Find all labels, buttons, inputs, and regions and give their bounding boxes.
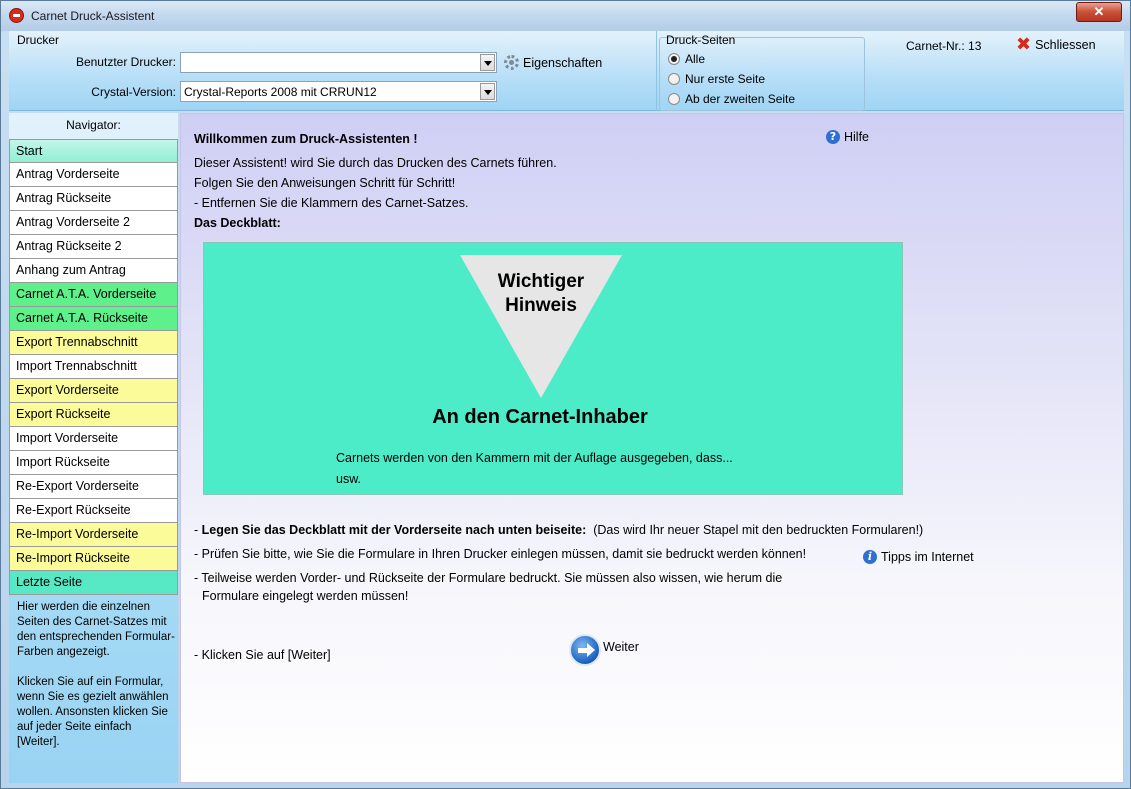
click-hint: - Klicken Sie auf [Weiter] [194, 648, 331, 662]
radio-button-checked[interactable] [668, 53, 680, 65]
crystal-version-select[interactable]: Crystal-Reports 2008 mit CRRUN12 [180, 81, 497, 102]
tips-link-label: Tipps im Internet [881, 550, 974, 564]
navigator-item[interactable]: Re-Import Vorderseite [9, 523, 178, 547]
triangle-text: Wichtiger Hinweis [460, 270, 622, 318]
carnet-app-icon [9, 8, 24, 23]
step-3b: Formulare eingelegt werden müssen! [202, 589, 409, 603]
deckblatt-preview: Wichtiger Hinweis An den Carnet-Inhaber … [203, 242, 903, 495]
gear-icon [504, 55, 519, 70]
navigator-item[interactable]: Carnet A.T.A. Vorderseite [9, 283, 178, 307]
navigator-item[interactable]: Import Trennabschnitt [9, 355, 178, 379]
properties-label: Eigenschaften [523, 55, 603, 70]
navigator-help: Hier werden die einzelnen Seiten des Car… [17, 600, 175, 750]
welcome-heading: Willkommen zum Druck-Assistenten ! [194, 132, 418, 146]
navigator-list: Start Antrag Vorderseite Antrag Rückseite A… [9, 139, 178, 595]
navigator-item[interactable]: Export Trennabschnitt [9, 331, 178, 355]
navigator-item[interactable]: Import Vorderseite [9, 427, 178, 451]
radio-alle-label: Alle [685, 52, 706, 66]
window-close-button[interactable]: ✕ [1076, 2, 1122, 22]
radio-alle[interactable]: Alle [668, 52, 705, 66]
carnet-number-value: 13 [968, 39, 982, 53]
carnet-number: Carnet-Nr.: 13 [906, 39, 981, 53]
toolbar-area: Drucker Benutzter Drucker: Eigenschaften… [9, 31, 1124, 111]
chevron-down-icon[interactable] [480, 83, 495, 100]
druck-seiten-label: Druck-Seiten [666, 33, 736, 47]
info-icon: i [863, 550, 877, 564]
crystal-label: Crystal-Version: [91, 85, 176, 99]
step-2: - Prüfen Sie bitte, wie Sie die Formular… [194, 547, 807, 561]
main-content: Willkommen zum Druck-Assistenten ! ? Hil… [180, 113, 1124, 783]
help-link-label: Hilfe [844, 130, 870, 144]
navigator-item[interactable]: Re-Import Rückseite [9, 547, 178, 571]
step-1-bold: Legen Sie das Deckblatt mit der Vorderse… [201, 523, 587, 537]
intro-line-1: Dieser Assistent! wird Sie durch das Dru… [194, 156, 557, 170]
cover-line-2: usw. [336, 472, 362, 486]
navigator-item[interactable]: Antrag Rückseite 2 [9, 235, 178, 259]
radio-nur-erste-seite[interactable]: Nur erste Seite [668, 72, 765, 86]
toolbar-divider [656, 31, 657, 111]
crystal-version-value: Crystal-Reports 2008 mit CRRUN12 [184, 85, 377, 99]
radio-button[interactable] [668, 93, 680, 105]
printer-label: Benutzter Drucker: [75, 55, 176, 69]
radio-ab-zweiter-seite-label: Ab der zweiten Seite [685, 92, 796, 106]
next-button[interactable]: Weiter [569, 634, 639, 666]
close-button[interactable]: ✖ Schliessen [1016, 34, 1096, 55]
navigator-item[interactable]: Start [9, 139, 178, 163]
triangle-line-1: Wichtiger [497, 271, 585, 292]
help-link[interactable]: ? Hilfe [826, 130, 869, 144]
triangle-line-2: Hinweis [505, 295, 577, 316]
navigator-item[interactable]: Antrag Vorderseite [9, 163, 178, 187]
navigator-item[interactable]: Re-Export Vorderseite [9, 475, 178, 499]
navigator-item[interactable]: Export Rückseite [9, 403, 178, 427]
navigator-item[interactable]: Letzte Seite [9, 571, 178, 595]
drucker-group-label: Drucker [17, 33, 60, 47]
window-title: Carnet Druck-Assistent [31, 9, 155, 23]
navigator-item[interactable]: Import Rückseite [9, 451, 178, 475]
navigator-help-text-1: Hier werden die einzelnen Seiten des Car… [17, 601, 175, 658]
navigator-item[interactable]: Export Vorderseite [9, 379, 178, 403]
step-3a: - Teilweise werden Vorder- und Rückseite… [194, 571, 783, 585]
title-bar: Carnet Druck-Assistent ✕ [1, 1, 1130, 31]
app-window: Carnet Druck-Assistent ✕ Drucker Benutzt… [0, 0, 1131, 789]
navigator-panel: Navigator: Start Antrag Vorderseite Antrag… [9, 113, 178, 783]
cover-line-1: Carnets werden von den Kammern mit der A… [336, 451, 733, 465]
druck-seiten-group: Druck-Seiten Alle Nur erste Seite Ab der… [659, 33, 865, 111]
radio-ab-zweiter-seite[interactable]: Ab der zweiten Seite [668, 92, 795, 106]
navigator-item[interactable]: Antrag Rückseite [9, 187, 178, 211]
navigator-item[interactable]: Antrag Vorderseite 2 [9, 211, 178, 235]
intro-line-3: - Entfernen Sie die Klammern des Carnet-… [194, 196, 469, 210]
next-button-label: Weiter [603, 640, 639, 654]
navigator-item[interactable]: Carnet A.T.A. Rückseite [9, 307, 178, 331]
printer-select[interactable] [180, 52, 497, 73]
help-icon: ? [826, 130, 840, 144]
intro-line-2: Folgen Sie den Anweisungen Schritt für S… [194, 176, 456, 190]
carnet-number-label: Carnet-Nr.: [906, 39, 965, 53]
close-button-label: Schliessen [1035, 38, 1096, 52]
close-icon: ✖ [1016, 34, 1032, 55]
properties-button[interactable]: Eigenschaften [504, 55, 602, 70]
radio-nur-erste-seite-label: Nur erste Seite [685, 72, 766, 86]
navigator-item[interactable]: Anhang zum Antrag [9, 259, 178, 283]
navigator-item[interactable]: Re-Export Rückseite [9, 499, 178, 523]
navigator-help-text-2: Klicken Sie auf ein Formular, wenn Sie e… [17, 676, 169, 748]
arrow-right-icon [569, 634, 601, 666]
navigator-header: Navigator: [66, 118, 121, 132]
cover-title: An den Carnet-Inhaber [432, 406, 648, 428]
step-1-rest: (Das wird Ihr neuer Stapel mit den bedru… [593, 523, 924, 537]
chevron-down-icon[interactable] [480, 54, 495, 71]
tips-link[interactable]: i Tipps im Internet [863, 550, 974, 564]
deckblatt-heading: Das Deckblatt: [194, 216, 281, 230]
step-1: - Legen Sie das Deckblatt mit der Vorder… [194, 523, 923, 537]
step-1-prefix: - [194, 523, 202, 537]
radio-button[interactable] [668, 73, 680, 85]
